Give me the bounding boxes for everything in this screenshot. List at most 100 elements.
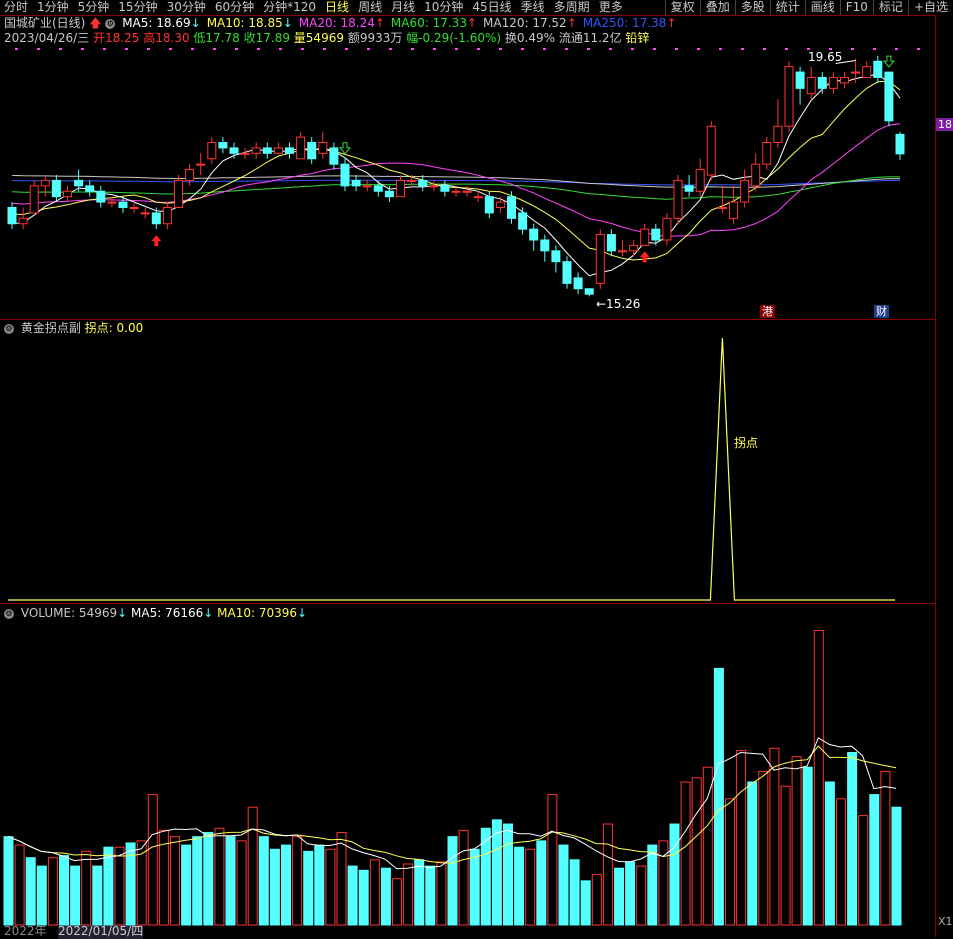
candle bbox=[629, 244, 639, 252]
volume-bar bbox=[81, 850, 92, 926]
volume-bar bbox=[769, 747, 780, 926]
volume-bar bbox=[70, 865, 81, 926]
volume-bar bbox=[25, 857, 36, 926]
top-dot-mark bbox=[521, 48, 524, 50]
volume-bar bbox=[336, 831, 347, 926]
top-dot-mark bbox=[345, 48, 348, 50]
volume-bar bbox=[225, 836, 236, 926]
candle bbox=[296, 136, 306, 160]
candle bbox=[684, 185, 694, 192]
candle bbox=[862, 66, 872, 78]
candle bbox=[407, 179, 417, 182]
min-price-label: ←15.26 bbox=[596, 297, 641, 311]
volume-bar bbox=[525, 848, 536, 926]
volume-bar bbox=[758, 770, 769, 926]
candle bbox=[562, 261, 572, 284]
volume-bar bbox=[114, 846, 125, 926]
candle bbox=[207, 142, 217, 160]
volume-bar bbox=[247, 806, 258, 926]
candle bbox=[185, 169, 195, 181]
candle bbox=[96, 190, 106, 203]
candle bbox=[340, 163, 350, 187]
volume-bar bbox=[680, 781, 691, 926]
top-dot-mark bbox=[499, 48, 502, 50]
sell-arrow-icon bbox=[882, 55, 895, 68]
kline-chart[interactable] bbox=[0, 0, 953, 937]
candle bbox=[440, 185, 450, 192]
top-dot-mark bbox=[609, 48, 612, 50]
candle bbox=[473, 196, 483, 199]
volume-bar bbox=[791, 756, 802, 926]
top-dot-mark bbox=[389, 48, 392, 50]
volume-bar bbox=[269, 848, 280, 926]
candle bbox=[285, 147, 294, 154]
volume-bar bbox=[569, 859, 580, 926]
volume-bar bbox=[170, 836, 180, 926]
candle bbox=[806, 77, 816, 95]
top-dot-mark bbox=[675, 48, 678, 50]
top-dot-mark bbox=[191, 48, 194, 50]
top-dot-mark bbox=[59, 48, 62, 50]
volume-bar bbox=[636, 865, 647, 926]
candle bbox=[451, 190, 461, 193]
top-dot-mark bbox=[873, 48, 876, 50]
volume-bar bbox=[713, 667, 724, 926]
top-dot-mark bbox=[15, 48, 18, 50]
candle bbox=[51, 179, 61, 198]
volume-bar bbox=[14, 844, 25, 926]
candle bbox=[851, 71, 861, 74]
top-dot-mark bbox=[81, 48, 84, 50]
candle bbox=[529, 228, 539, 241]
candle bbox=[795, 71, 805, 89]
top-dot-mark bbox=[147, 48, 150, 50]
volume-bar bbox=[869, 794, 880, 926]
volume-bar bbox=[303, 850, 314, 926]
volume-bar bbox=[147, 794, 158, 926]
candle bbox=[74, 179, 84, 187]
candle bbox=[673, 179, 683, 219]
volume-bar bbox=[292, 836, 303, 926]
top-dot-mark bbox=[257, 48, 260, 50]
candle bbox=[773, 125, 783, 143]
candle bbox=[240, 152, 250, 155]
top-dot-mark bbox=[125, 48, 128, 50]
candle bbox=[540, 239, 550, 252]
top-dot-mark bbox=[367, 48, 370, 50]
volume-bar bbox=[824, 781, 835, 926]
volume-bar bbox=[602, 823, 613, 926]
volume-bar bbox=[447, 836, 458, 926]
volume-bar bbox=[236, 840, 247, 926]
candle bbox=[262, 147, 272, 154]
top-dot-mark bbox=[169, 48, 172, 50]
candle bbox=[873, 60, 883, 78]
candle bbox=[251, 147, 261, 154]
candle bbox=[118, 201, 128, 208]
top-dot-mark bbox=[103, 48, 106, 50]
candle bbox=[762, 142, 772, 165]
candle bbox=[828, 77, 838, 89]
top-dot-mark bbox=[455, 48, 458, 50]
volume-bar bbox=[847, 752, 858, 926]
candle bbox=[396, 179, 405, 198]
top-dot-mark bbox=[433, 48, 436, 50]
ma5-line bbox=[11, 73, 901, 277]
candle bbox=[518, 212, 528, 230]
candle bbox=[85, 185, 95, 192]
top-dot-mark bbox=[411, 48, 414, 50]
volume-bar bbox=[813, 630, 824, 926]
buy-arrow-icon bbox=[639, 251, 650, 263]
candle bbox=[329, 147, 339, 165]
volume-bar bbox=[436, 861, 447, 926]
candle bbox=[362, 185, 372, 188]
candle bbox=[107, 201, 117, 204]
candle bbox=[151, 212, 161, 225]
top-dot-mark bbox=[851, 48, 854, 50]
volume-bar bbox=[392, 878, 402, 926]
candle bbox=[840, 77, 849, 84]
volume-bar bbox=[669, 823, 680, 926]
top-dot-mark bbox=[719, 48, 722, 50]
volume-bar bbox=[736, 749, 747, 926]
candle bbox=[418, 179, 428, 187]
candle bbox=[229, 147, 239, 154]
volume-bar bbox=[547, 794, 558, 926]
